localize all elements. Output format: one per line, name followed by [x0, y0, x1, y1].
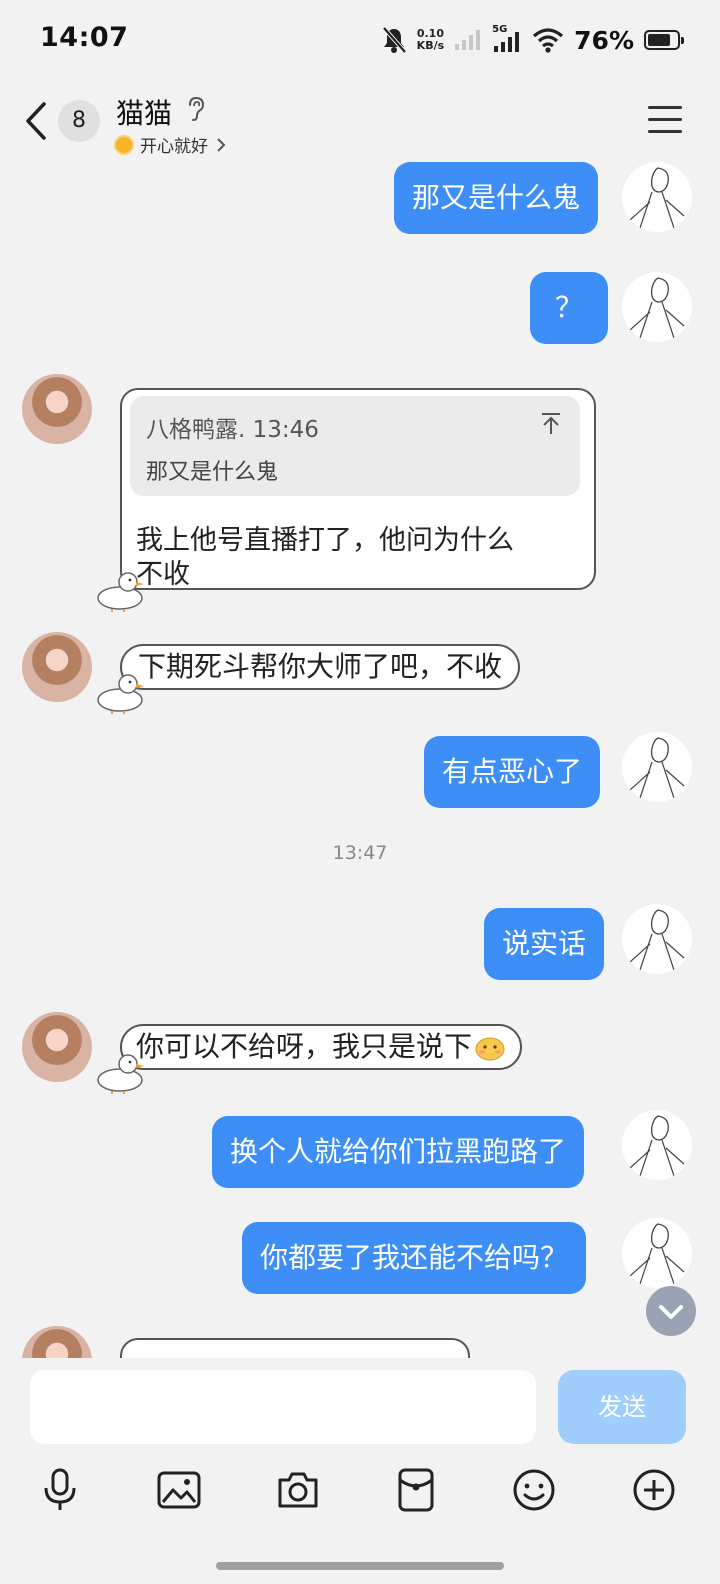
duck-sticker-icon — [97, 1054, 144, 1094]
sun-status-icon — [114, 134, 134, 155]
battery-icon — [644, 30, 684, 50]
wifi-icon — [533, 28, 564, 53]
sketch-avatar-image — [629, 909, 685, 971]
message-bubble-mine[interactable]: 你都要了我还能不给吗？ — [242, 1222, 587, 1294]
quote-text: 那又是什么鬼 — [146, 460, 279, 485]
status-bar: 14:07 0.10 KB/s 5G 76% — [0, 0, 720, 80]
my-avatar[interactable] — [622, 1218, 692, 1288]
emoji-icon[interactable] — [510, 1466, 558, 1514]
quoted-message[interactable]: 八格鸭露. 13:46 那又是什么鬼 — [130, 396, 580, 496]
input-toolbar — [0, 1466, 720, 1526]
message-input[interactable] — [30, 1370, 536, 1444]
contact-avatar[interactable] — [22, 1012, 92, 1082]
signal-weak-icon — [455, 30, 481, 50]
plus-icon[interactable] — [630, 1466, 678, 1514]
shy-emoji-icon — [475, 1037, 505, 1061]
my-avatar[interactable] — [622, 1110, 692, 1180]
contact-avatar[interactable] — [22, 374, 92, 444]
net-speed: 0.10 KB/s — [417, 28, 444, 52]
duck-sticker-icon — [97, 674, 144, 714]
duck-sticker-icon — [97, 572, 144, 612]
message-bubble-mine[interactable]: 说实话 — [484, 908, 605, 980]
my-avatar[interactable] — [622, 272, 692, 342]
ear-icon[interactable] — [186, 96, 206, 122]
quote-author: 八格鸭露. 13:46 — [146, 417, 319, 443]
chat-header: 8 猫猫 开心就好 — [0, 80, 720, 162]
mute-bell-icon — [382, 26, 407, 54]
message-bubble-theirs-partial[interactable] — [120, 1338, 470, 1358]
message-bubble-theirs[interactable]: 你可以不给呀，我只是说下 — [120, 1024, 523, 1070]
message-timestamp: 13:47 — [332, 842, 388, 864]
message-bubble-quoted[interactable]: 八格鸭露. 13:46 那又是什么鬼 我上他号直播打了，他问为什么 不收 — [120, 388, 596, 590]
sketch-avatar-image — [629, 1115, 685, 1177]
battery-percent: 76% — [574, 25, 634, 55]
status-icons: 0.10 KB/s 5G 76% — [381, 20, 684, 60]
message-bubble-theirs[interactable]: 下期死斗帮你大师了吧，不收 — [120, 644, 521, 690]
red-packet-icon[interactable] — [392, 1466, 440, 1514]
chevron-down-icon — [659, 1305, 683, 1319]
jump-to-top-icon[interactable] — [540, 412, 562, 436]
send-button[interactable]: 发送 — [558, 1370, 686, 1444]
sketch-avatar-image — [629, 277, 685, 339]
home-indicator[interactable] — [216, 1562, 504, 1570]
microphone-icon[interactable] — [36, 1466, 84, 1514]
signal-5g-icon: 5G — [492, 24, 522, 54]
my-avatar[interactable] — [622, 904, 692, 974]
contact-avatar[interactable] — [22, 632, 92, 702]
input-bar: 发送 — [0, 1358, 720, 1584]
contact-name[interactable]: 猫猫 — [116, 92, 172, 132]
message-bubble-mine[interactable]: ？ — [530, 272, 608, 344]
scroll-to-bottom-button[interactable] — [646, 1286, 696, 1336]
camera-icon[interactable] — [274, 1466, 322, 1514]
chat-messages[interactable]: 那又是什么鬼 ？ 八格鸭露. 13:46 那又是什么鬼 我上他号直播打了，他问为… — [0, 162, 720, 1358]
back-arrow-icon[interactable] — [22, 100, 52, 142]
chevron-right-icon — [217, 137, 226, 152]
image-icon[interactable] — [155, 1466, 203, 1514]
status-text: 开心就好 — [140, 137, 208, 157]
my-avatar[interactable] — [622, 732, 692, 802]
contact-status[interactable]: 开心就好 — [114, 132, 228, 157]
my-avatar[interactable] — [622, 162, 692, 232]
net-speed-unit: KB/s — [416, 39, 445, 52]
message-text-line1: 我上他号直播打了，他问为什么 — [136, 525, 514, 556]
sketch-avatar-image — [629, 737, 685, 799]
menu-icon[interactable] — [648, 106, 682, 134]
message-bubble-mine[interactable]: 有点恶心了 — [424, 736, 601, 808]
sketch-avatar-image — [629, 1223, 685, 1285]
message-text: 你可以不给呀，我只是说下 — [136, 1030, 473, 1063]
message-bubble-mine[interactable]: 那又是什么鬼 — [394, 162, 599, 234]
status-time: 14:07 — [40, 22, 129, 53]
unread-count-badge[interactable]: 8 — [58, 100, 100, 142]
sketch-avatar-image — [629, 167, 685, 229]
contact-avatar[interactable] — [22, 1326, 92, 1358]
message-bubble-mine[interactable]: 换个人就给你们拉黑跑路了 — [212, 1116, 585, 1188]
